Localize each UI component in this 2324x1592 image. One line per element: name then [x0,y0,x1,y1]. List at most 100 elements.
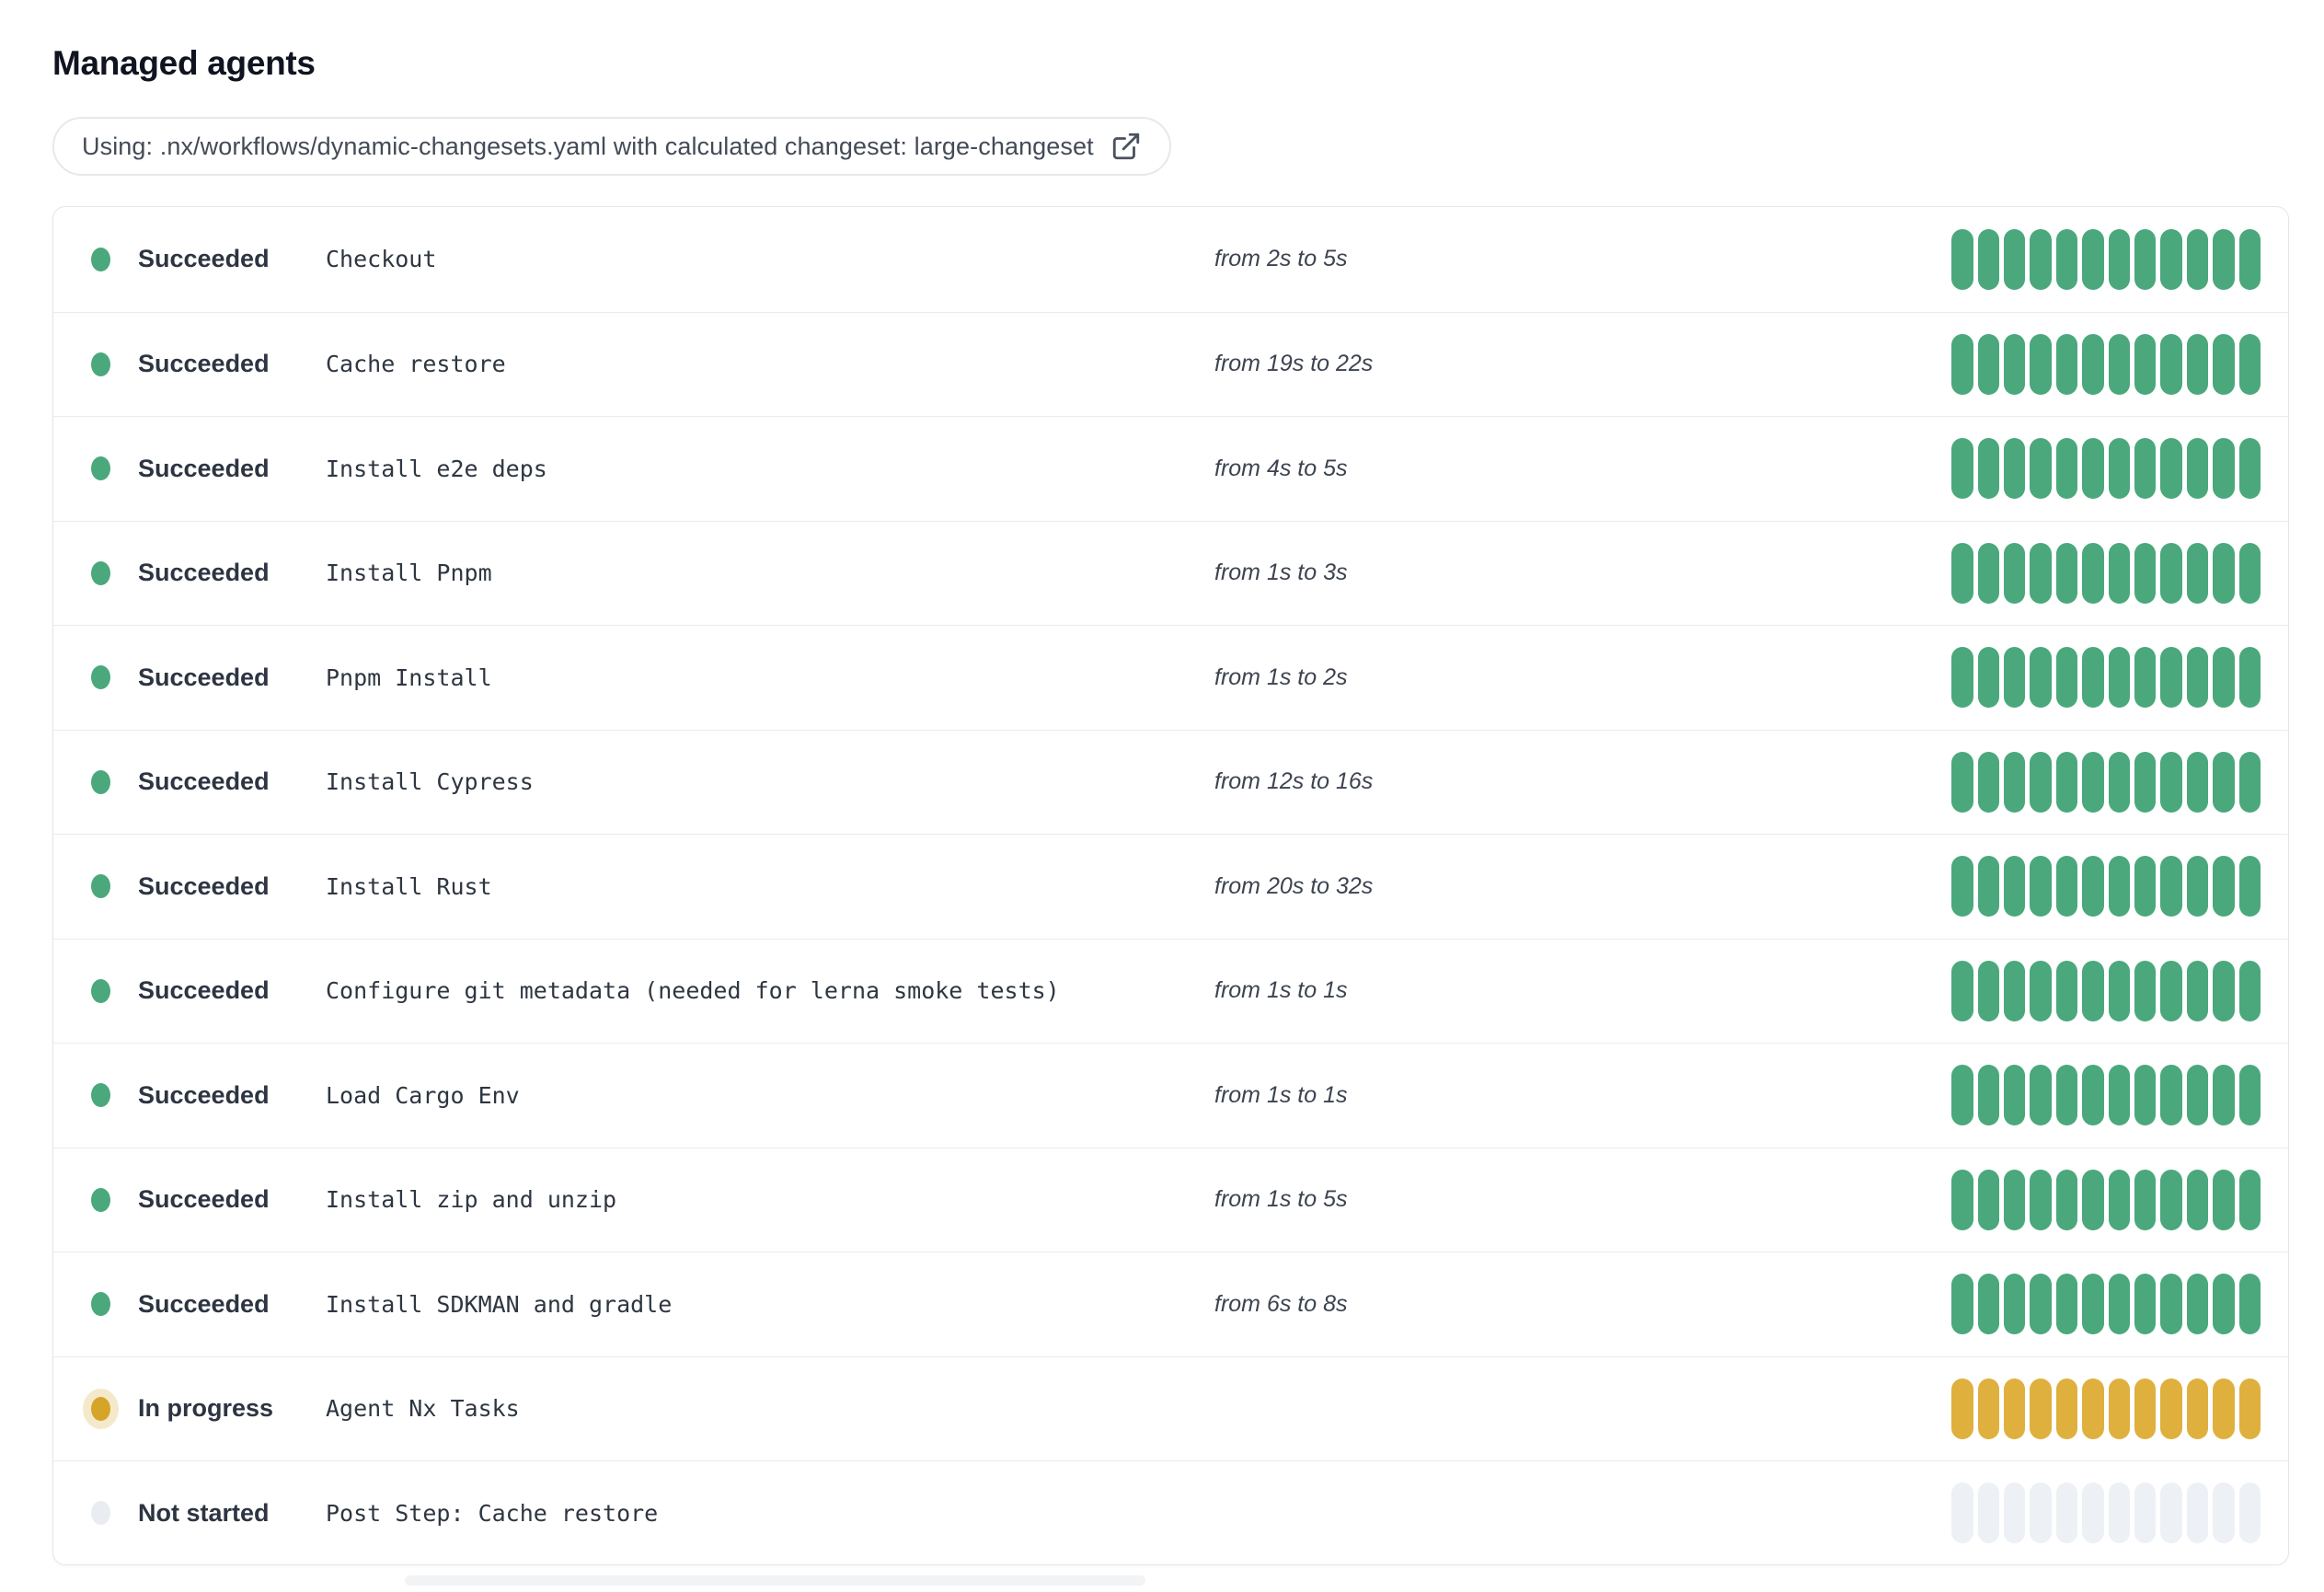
bar-segment [2004,647,2026,709]
bar-segment [2160,647,2182,709]
bar-segment [2030,1482,2052,1544]
step-status: In progress [91,1394,326,1423]
status-dot-icon [91,1187,110,1212]
bar-segment [2160,1378,2182,1439]
step-row[interactable]: Succeeded Install e2e deps from 4s to 5s [53,416,2288,521]
bar-segment [2030,1274,2052,1335]
step-duration: from 20s to 32s [1214,872,1374,899]
bar-segment [2004,856,2026,917]
bar-segment [2186,1065,2209,1126]
bar-segment [2213,1065,2235,1126]
bar-segment [2030,1169,2052,1230]
status-label: Succeeded [138,663,270,691]
status-dot-icon [91,1083,110,1108]
bar-segment [2055,1378,2078,1439]
status-dot-icon [91,1292,110,1317]
bar-segment [2238,542,2261,604]
bar-segment [2160,1482,2182,1544]
step-name: Load Cargo Env [326,1081,520,1109]
bar-segment [2004,333,2026,395]
status-label: Succeeded [138,1185,270,1214]
bar-segment [2186,542,2209,604]
step-row[interactable]: Succeeded Checkout from 2s to 5s [53,207,2288,312]
step-name: Post Step: Cache restore [326,1499,659,1527]
bar-segment [2213,333,2235,395]
bar-segment [2238,647,2261,709]
step-row[interactable]: Succeeded Load Cargo Env from 1s to 1s [53,1043,2288,1148]
bar-segment [2108,856,2131,917]
bar-segment [2213,228,2235,290]
bar-segment [2004,542,2026,604]
bar-segment [1977,856,2000,917]
horizontal-scrollbar-thumb[interactable] [405,1575,1145,1586]
bar-segment [2134,333,2157,395]
step-row[interactable]: Succeeded Install SDKMAN and gradle from… [53,1252,2288,1356]
bar-segment [2134,1378,2157,1439]
step-row[interactable]: In progress Agent Nx Tasks [53,1356,2288,1461]
step-row[interactable]: Succeeded Pnpm Install from 1s to 2s [53,625,2288,730]
bar-segment [2030,647,2052,709]
bar-segment [2055,542,2078,604]
bar-segment [2160,542,2182,604]
step-row[interactable]: Succeeded Install Rust from 20s to 32s [53,834,2288,939]
bar-segment [1951,647,1973,709]
bar-segment [2108,1274,2131,1335]
bar-segment [2082,751,2104,813]
bar-segment [1977,438,2000,500]
status-label: Succeeded [138,976,270,1005]
step-status: Succeeded [91,1081,326,1110]
step-row[interactable]: Succeeded Install Cypress from 12s to 16… [53,729,2288,835]
bar-segment [1951,960,1973,1021]
status-dot-icon [91,978,110,1003]
step-progress-bar [1951,542,2261,604]
bar-segment [1977,542,2000,604]
step-duration: from 1s to 1s [1214,977,1348,1004]
bar-segment [2213,1169,2235,1230]
bar-segment [2186,960,2209,1021]
bar-segment [2213,1482,2235,1544]
bar-segment [2004,1274,2026,1335]
step-row[interactable]: Succeeded Cache restore from 19s to 22s [53,311,2288,417]
bar-segment [2160,1169,2182,1230]
step-row[interactable]: Succeeded Install zip and unzip from 1s … [53,1147,2288,1252]
bar-segment [2160,1274,2182,1335]
step-name: Cache restore [326,351,506,378]
bar-segment [2186,438,2209,500]
status-label: Succeeded [138,871,270,900]
step-progress-bar [1951,438,2261,500]
bar-segment [2082,1482,2104,1544]
bar-segment [2186,856,2209,917]
bar-segment [2186,228,2209,290]
step-row[interactable]: Not started Post Step: Cache restore [53,1460,2288,1564]
bar-segment [2055,856,2078,917]
bar-segment [2108,1482,2131,1544]
step-progress-bar [1951,1169,2261,1230]
step-name: Pnpm Install [326,663,492,691]
bar-segment [2004,438,2026,500]
step-row[interactable]: Succeeded Install Pnpm from 1s to 3s [53,520,2288,626]
bar-segment [2238,960,2261,1021]
bar-segment [2082,1274,2104,1335]
bar-segment [2160,751,2182,813]
bar-segment [2108,1065,2131,1126]
status-dot-icon [91,247,110,271]
bar-segment [2134,960,2157,1021]
bar-segment [2134,228,2157,290]
bar-segment [2134,1482,2157,1544]
step-status: Succeeded [91,245,326,273]
bar-segment [2186,333,2209,395]
workflow-chip-link[interactable]: Using: .nx/workflows/dynamic-changesets.… [52,117,1171,176]
step-duration: from 1s to 1s [1214,1081,1348,1108]
step-progress-bar [1951,647,2261,709]
status-label: Not started [138,1498,270,1527]
step-name: Install Rust [326,872,492,900]
bar-segment [2134,438,2157,500]
status-label: Succeeded [138,245,270,273]
step-status: Succeeded [91,559,326,587]
bar-segment [2082,1378,2104,1439]
bar-segment [2004,1065,2026,1126]
step-row[interactable]: Succeeded Configure git metadata (needed… [53,938,2288,1044]
bar-segment [1951,1378,1973,1439]
bar-segment [2160,438,2182,500]
bar-segment [1951,1065,1973,1126]
